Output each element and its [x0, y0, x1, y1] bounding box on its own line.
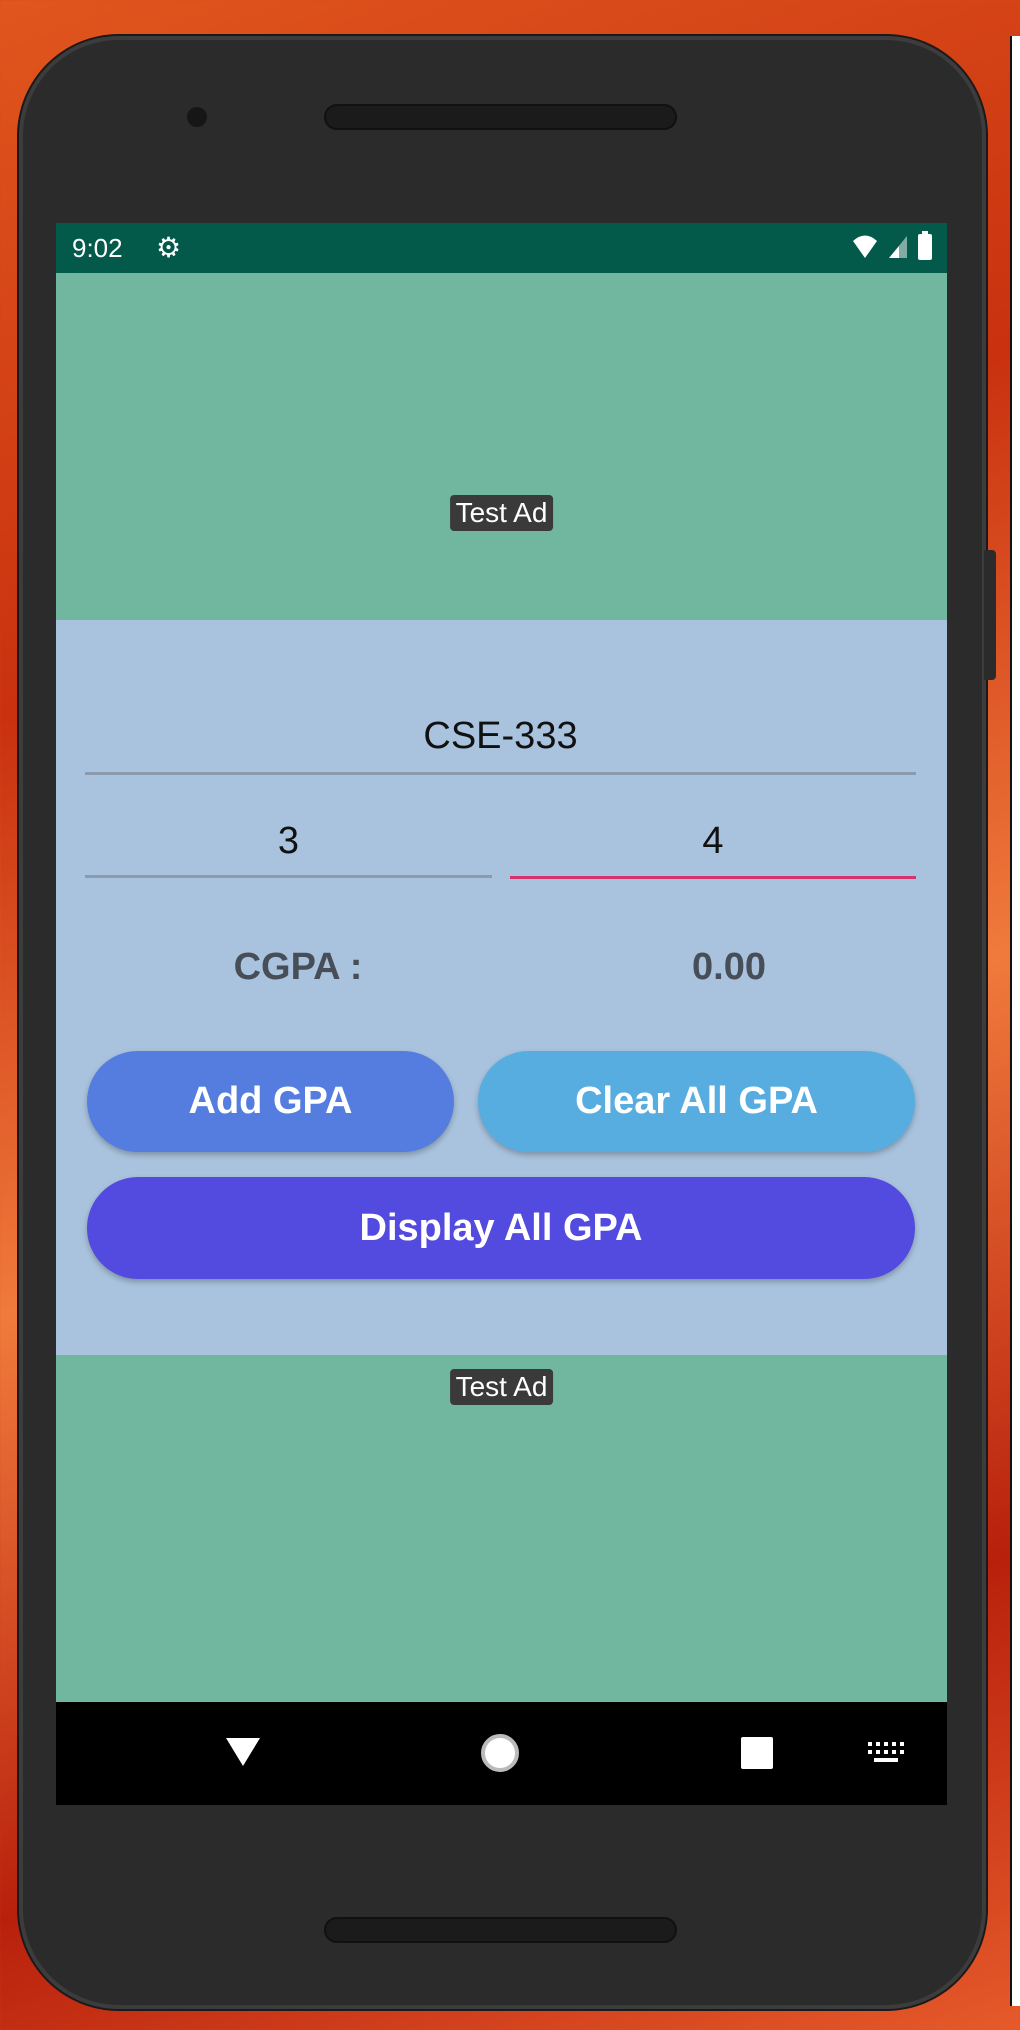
- bottom-ad-banner[interactable]: Test Ad: [56, 1355, 947, 1702]
- top-ad-banner[interactable]: Test Ad: [56, 273, 947, 620]
- phone-screen: 9:02 ⚙ Test Ad CSE-333 3 4 CGPA : 0.00 A…: [56, 223, 947, 1805]
- cgpa-value: 0.00: [692, 946, 766, 988]
- bottom-speaker: [324, 1917, 677, 1943]
- battery-icon: [918, 231, 932, 260]
- add-gpa-button[interactable]: Add GPA: [87, 1051, 454, 1152]
- test-ad-label: Test Ad: [449, 1369, 554, 1405]
- settings-gear-icon: ⚙: [156, 232, 182, 263]
- home-icon[interactable]: [479, 1732, 521, 1774]
- cgpa-label: CGPA :: [233, 946, 363, 988]
- gpa-form: CSE-333 3 4 CGPA : 0.00 Add GPA Clear Al…: [56, 620, 947, 1355]
- clear-all-gpa-button[interactable]: Clear All GPA: [478, 1051, 915, 1152]
- course-input-underline: [85, 772, 916, 775]
- grade-input-underline-focused: [510, 876, 916, 879]
- signal-icon: [889, 236, 907, 258]
- background-window-edge: [1010, 36, 1020, 2006]
- top-speaker: [324, 104, 677, 130]
- power-button: [984, 550, 996, 680]
- keyboard-icon[interactable]: [868, 1742, 904, 1764]
- credit-input[interactable]: 3: [85, 820, 492, 863]
- status-bar: 9:02 ⚙: [56, 223, 947, 273]
- grade-input[interactable]: 4: [510, 820, 916, 863]
- test-ad-label: Test Ad: [449, 495, 554, 531]
- display-all-gpa-button[interactable]: Display All GPA: [87, 1177, 915, 1279]
- course-name-input[interactable]: CSE-333: [85, 715, 916, 758]
- front-camera: [187, 107, 207, 127]
- status-time: 9:02: [72, 233, 123, 263]
- back-icon[interactable]: [224, 1736, 262, 1768]
- recents-icon[interactable]: [740, 1736, 774, 1770]
- wifi-icon: [853, 235, 877, 258]
- navigation-bar: [56, 1702, 947, 1805]
- credit-input-underline: [85, 875, 492, 878]
